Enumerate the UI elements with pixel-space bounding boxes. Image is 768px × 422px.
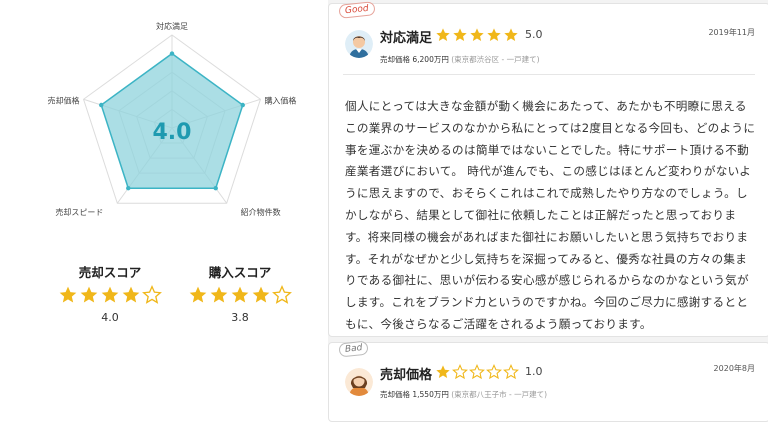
star-filled-icon: [470, 28, 484, 41]
sale-price: 売却価格 1,550万円: [380, 390, 449, 399]
review-date: 2020年8月: [713, 364, 755, 373]
review-card: Bad 売却価格 1.0 2020年8月 売却価格 1,550万円 (東京都八王…: [328, 340, 768, 422]
sell-score-value: 4.0: [101, 311, 119, 324]
review-card: Good 対応満足 5.0 2019年11月 売却価格 6,200万円 (東京都…: [328, 1, 768, 337]
radar-data-point: [213, 185, 218, 191]
star-filled-icon: [122, 286, 140, 303]
radar-axis-label: 売却価格: [48, 95, 80, 105]
property-location: (東京都渋谷区 - 一戸建て): [451, 55, 540, 64]
star-filled-icon: [189, 286, 207, 303]
review-score: 1.0: [525, 365, 543, 378]
review-meta: 売却価格 1,550万円 (東京都八王子市 - 一戸建て): [380, 389, 547, 400]
radar-data-point: [99, 102, 104, 108]
review-score: 5.0: [525, 28, 543, 41]
star-filled-icon: [59, 286, 77, 303]
review-title: 対応満足: [380, 31, 433, 46]
sell-score-stars: [55, 285, 165, 305]
score-summary: 売却スコア 4.0 購入スコア 3.8: [55, 262, 295, 324]
star-empty-icon: [486, 364, 502, 380]
star-empty-icon: [503, 364, 519, 380]
property-location: (東京都八王子市 - 一戸建て): [451, 390, 548, 399]
star-empty-icon: [272, 285, 292, 304]
radar-axis-label: 対応満足: [156, 21, 188, 31]
star-filled-icon: [487, 28, 501, 41]
review-list[interactable]: Good 対応満足 5.0 2019年11月 売却価格 6,200万円 (東京都…: [328, 0, 768, 422]
radar-data-point: [169, 51, 175, 56]
review-body: 個人にとっては大きな金額が動く機会にあたって、あたかも不明瞭に思えるこの業界のサ…: [345, 99, 756, 331]
star-filled-icon: [504, 28, 518, 41]
sale-price: 売却価格 6,200万円: [380, 55, 449, 64]
buy-score-stars: [185, 285, 295, 305]
radar-data-point: [240, 102, 245, 108]
buy-score: 購入スコア 3.8: [185, 262, 295, 324]
star-empty-icon: [452, 364, 468, 380]
review-stars: [435, 364, 519, 380]
radar-axis-label: 売却スピード: [55, 207, 103, 217]
star-filled-icon: [80, 286, 98, 303]
star-filled-icon: [252, 286, 270, 303]
review-title: 売却価格: [380, 368, 433, 383]
score-panel: 対応満足購入価格紹介物件数 売却スピード 売却価格 4.0 売却スコア 4.0 購入ス…: [0, 0, 325, 415]
buy-score-label: 購入スコア: [208, 265, 272, 280]
star-empty-icon: [469, 364, 485, 380]
radar-data-point: [126, 185, 131, 191]
sell-score-label: 売却スコア: [78, 265, 142, 280]
review-stars: [435, 27, 519, 43]
star-filled-icon: [436, 28, 450, 41]
review-date: 2019年11月: [708, 28, 755, 37]
star-filled-icon: [231, 286, 249, 303]
buy-score-value: 3.8: [231, 311, 249, 324]
star-empty-icon: [142, 285, 162, 304]
sell-score: 売却スコア 4.0: [55, 262, 165, 324]
star-filled-icon: [436, 365, 450, 378]
bad-tag: Bad: [338, 340, 370, 358]
radar-center-score: 4.0: [153, 120, 192, 145]
star-filled-icon: [453, 28, 467, 41]
radar-axis-label: 紹介物件数: [241, 207, 281, 217]
star-filled-icon: [101, 286, 119, 303]
good-tag: Good: [338, 1, 376, 19]
avatar-female-icon: [345, 368, 373, 396]
review-meta: 売却価格 6,200万円 (東京都渋谷区 - 一戸建て): [380, 54, 540, 65]
radar-axis-label: 購入価格: [264, 95, 296, 105]
divider: [343, 74, 755, 75]
star-filled-icon: [210, 286, 228, 303]
radar-chart: 対応満足購入価格紹介物件数 売却スピード 売却価格 4.0: [48, 21, 297, 217]
avatar-male-icon: [345, 30, 373, 58]
